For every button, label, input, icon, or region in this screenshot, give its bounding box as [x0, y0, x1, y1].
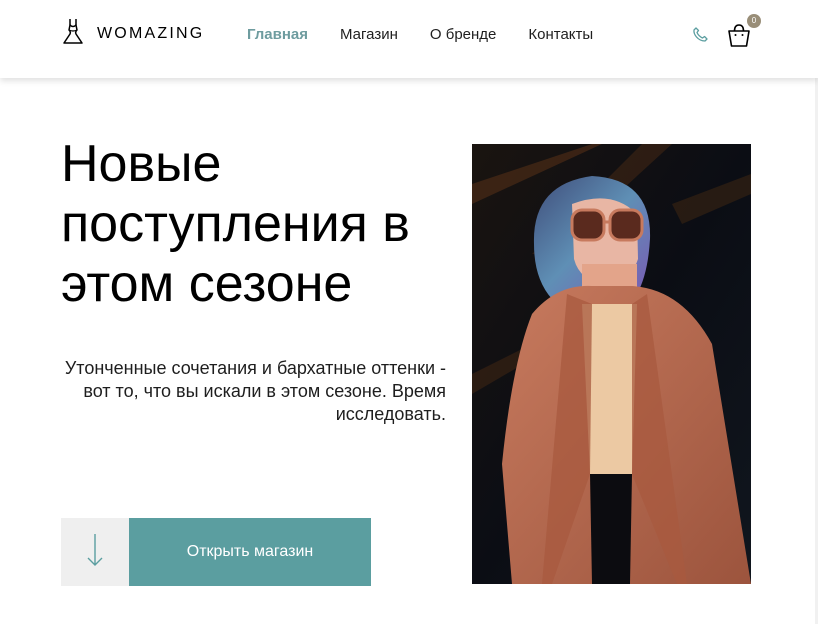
main-nav: Главная Магазин О бренде Контакты [247, 25, 625, 45]
cart-count-badge: 0 [747, 14, 761, 28]
nav-item-contacts[interactable]: Контакты [528, 25, 593, 45]
nav-item-about[interactable]: О бренде [430, 25, 497, 45]
logo-text: WOMAZING [97, 25, 205, 42]
logo[interactable]: WOMAZING [62, 18, 205, 50]
hero-title: Новые поступления в этом сезоне [61, 135, 410, 313]
hero-image [472, 144, 751, 584]
dress-logo-icon [62, 18, 84, 50]
hero-description: Утонченные сочетания и бархатные оттенки… [64, 358, 446, 424]
open-shop-button[interactable]: Открыть магазин [129, 518, 371, 586]
site-header: WOMAZING Главная Магазин О бренде Контак… [0, 0, 818, 78]
nav-item-shop[interactable]: Магазин [340, 25, 398, 45]
scroll-down-button[interactable] [61, 518, 129, 586]
phone-icon[interactable] [692, 26, 709, 43]
nav-item-home[interactable]: Главная [247, 25, 308, 45]
arrow-down-icon [87, 533, 103, 572]
